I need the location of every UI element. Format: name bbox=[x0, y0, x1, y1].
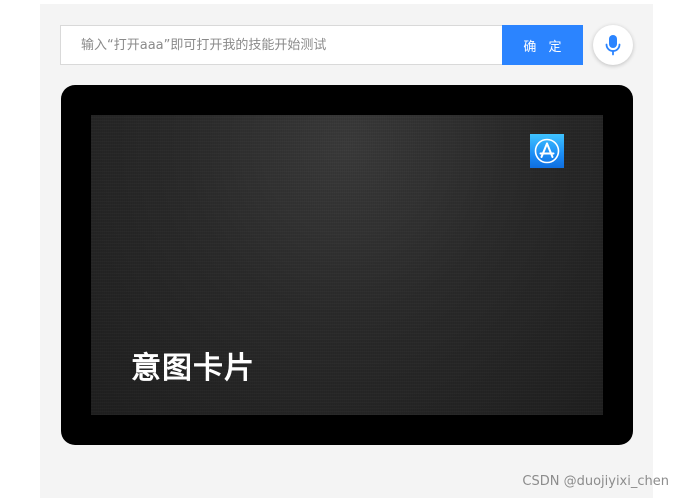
app-store-icon bbox=[530, 134, 564, 168]
intent-card: 意图卡片 bbox=[91, 115, 603, 415]
voice-input-button[interactable] bbox=[593, 25, 633, 65]
skill-test-panel: 确 定 意图卡片 bbox=[40, 4, 653, 498]
confirm-button[interactable]: 确 定 bbox=[502, 25, 583, 65]
intent-card-frame: 意图卡片 bbox=[61, 85, 633, 445]
search-input[interactable] bbox=[60, 25, 502, 65]
card-title: 意图卡片 bbox=[131, 351, 255, 386]
watermark: CSDN @duojiyixi_chen bbox=[522, 474, 669, 489]
microphone-icon bbox=[605, 35, 621, 56]
search-bar: 确 定 bbox=[60, 25, 633, 65]
